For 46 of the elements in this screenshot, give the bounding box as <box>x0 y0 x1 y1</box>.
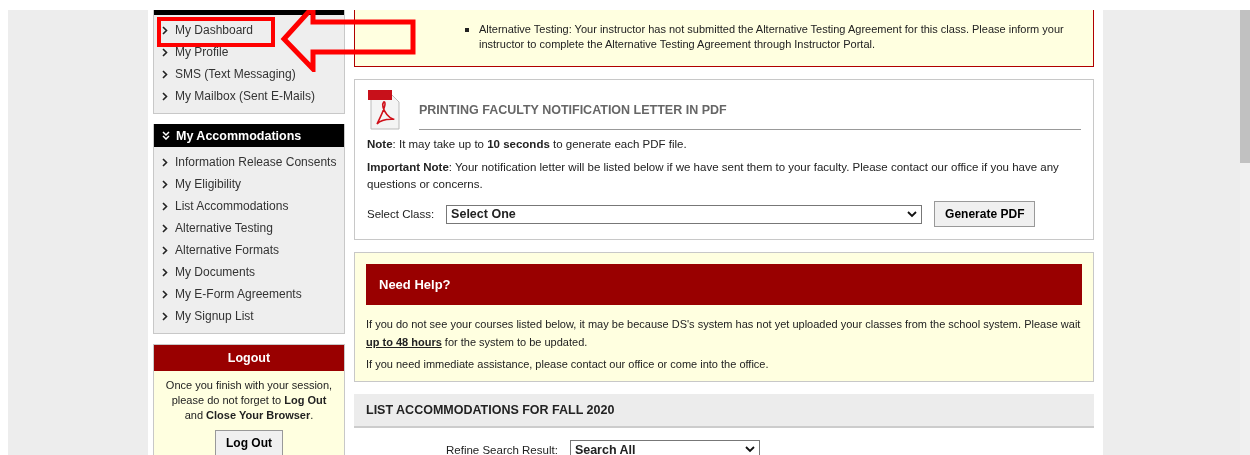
sidebar-link[interactable]: My Documents <box>154 261 344 283</box>
chevron-icon <box>162 311 168 321</box>
menu-title: My Accommodations <box>176 128 302 143</box>
help-text: If you do not see your courses listed below, it may be because DS's system has not yet uploaded your classes from the school system. Please wait up to 48 hours for the system to be updated. <box>366 317 1082 350</box>
pdf-file-icon <box>367 88 401 130</box>
chevron-icon <box>162 223 168 233</box>
logout-message: Once you finish with your session, please do not forget to Log Out and Close Your Browser. <box>164 378 334 423</box>
alert-text: Alternative Testing: Your instructor has not submitted the Alternative Testing Agreement for this class. Please inform your instructor to complete the Alternative Testing Agreement through Instructor Portal. <box>479 22 1065 52</box>
panel-title: PRINTING FACULTY NOTIFICATION LETTER IN PDF <box>419 88 1081 130</box>
caret-icon <box>907 210 918 218</box>
sidebar-link[interactable]: Information Release Consents <box>154 151 344 173</box>
sidebar-link[interactable]: My E-Form Agreements <box>154 283 344 305</box>
field-label: Select Class: <box>367 208 435 220</box>
chevron-icon <box>162 179 168 189</box>
chevron-icon <box>162 201 168 211</box>
help-text: If you need immediate assistance, please contact our office or come into the office. <box>366 357 770 372</box>
double-chevron-icon <box>162 131 170 140</box>
panel-title: Logout <box>154 345 344 371</box>
class-select[interactable]: Select One <box>446 204 923 224</box>
sidebar-link[interactable]: Alternative Formats <box>154 239 344 261</box>
chevron-icon <box>162 25 168 35</box>
bullet-icon <box>465 28 469 32</box>
note-text: Note: It may take up to 10 seconds to generate each PDF file. <box>367 137 688 152</box>
sidebar-link[interactable]: My Dashboard <box>154 19 344 41</box>
note-text: Important Note: Your notification letter will be listed below if we have sent them to your faculty. Please contact our office if you have any questions or concerns. <box>367 160 1060 192</box>
sidebar-link[interactable]: My Signup List <box>154 305 344 327</box>
sidebar-link[interactable]: List Accommodations <box>154 195 344 217</box>
logout-button[interactable]: Log Out <box>215 430 283 455</box>
sidebar-link[interactable]: My Profile <box>154 41 344 63</box>
section-header: LIST ACCOMMODATIONS FOR FALL 2020 <box>354 394 1094 428</box>
chevron-icon <box>162 289 168 299</box>
chevron-icon <box>162 245 168 255</box>
field-label: Refine Search Result: <box>446 443 558 455</box>
sidebar-link[interactable]: Alternative Testing <box>154 217 344 239</box>
chevron-icon <box>162 267 168 277</box>
caret-icon <box>744 446 755 453</box>
help-title: Need Help? <box>366 264 1082 305</box>
sidebar-link[interactable]: SMS (Text Messaging) <box>154 63 344 85</box>
sidebar-link[interactable]: My Eligibility <box>154 173 344 195</box>
filter-select[interactable]: Search All <box>569 440 760 455</box>
chevron-icon <box>162 47 168 57</box>
generate-pdf-button[interactable]: Generate PDF <box>934 201 1036 227</box>
chevron-icon <box>162 91 168 101</box>
chevron-icon <box>162 69 168 79</box>
chevron-icon <box>162 157 168 167</box>
sidebar-link[interactable]: My Mailbox (Sent E-Mails) <box>154 85 344 107</box>
